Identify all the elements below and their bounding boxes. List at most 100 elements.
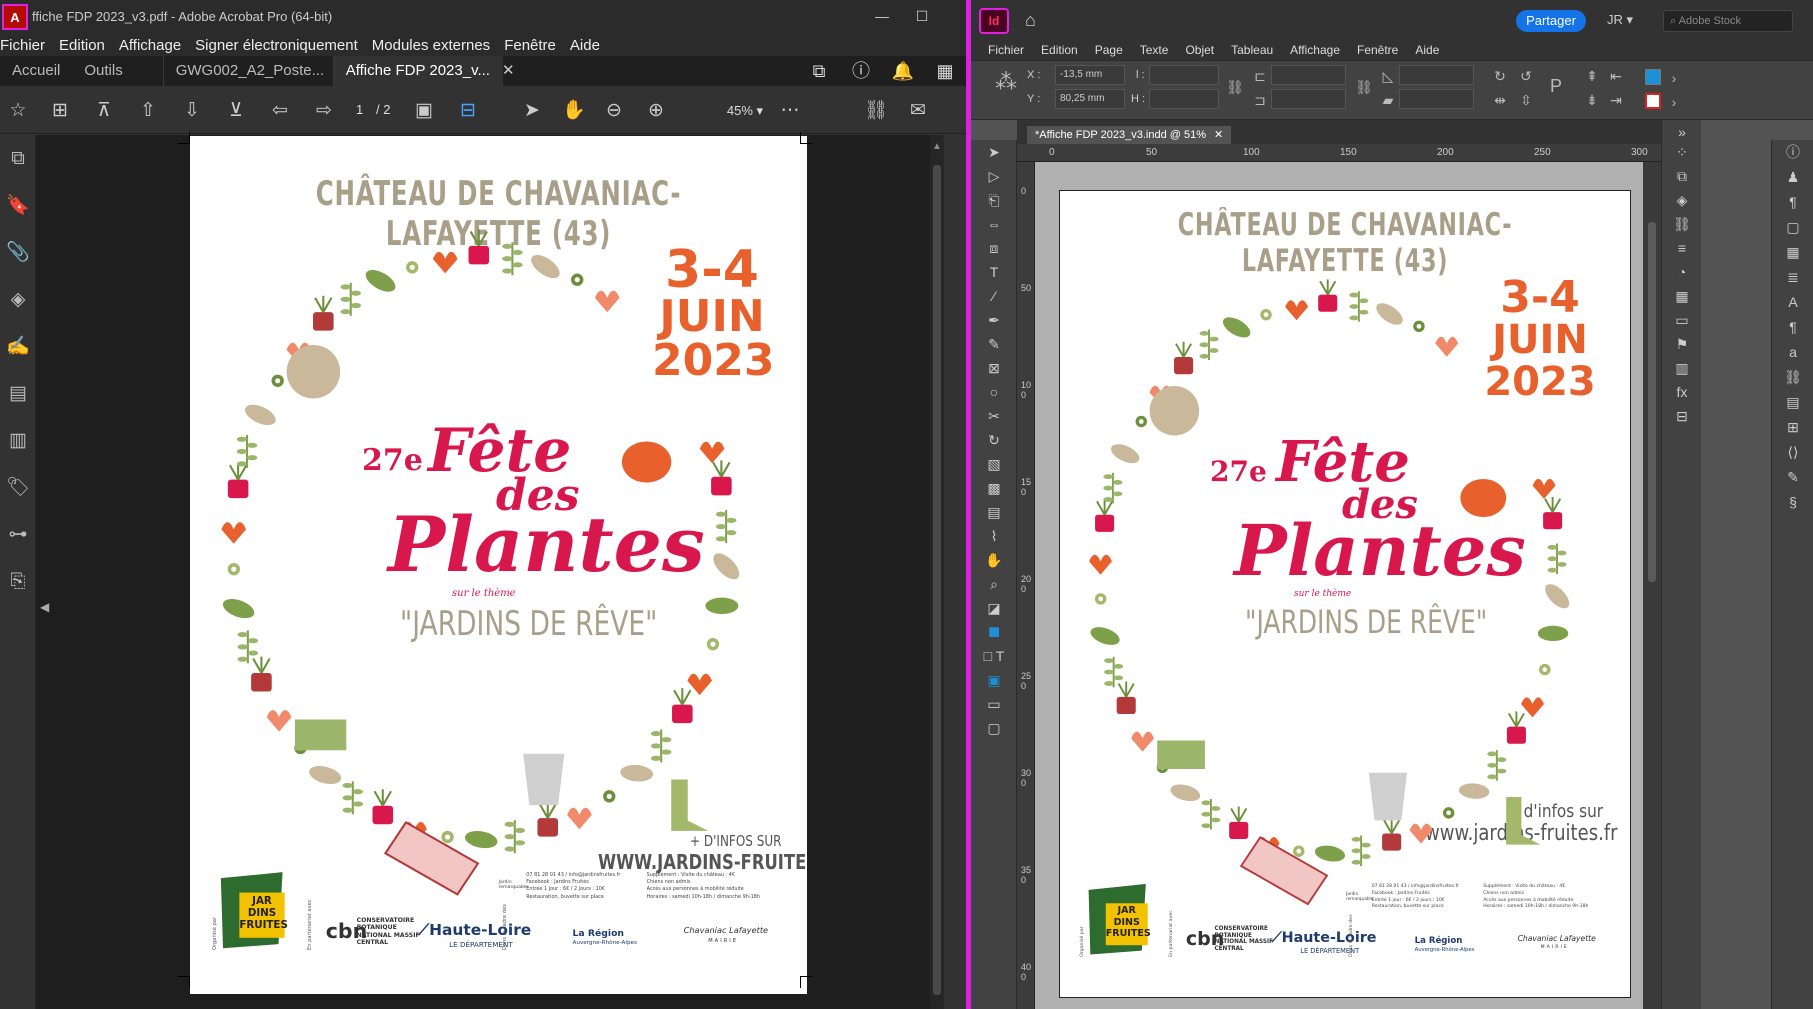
id-menu-tableau[interactable]: Tableau [1231,43,1273,57]
eyedropper-icon[interactable]: ⌇ [971,524,1017,548]
menu-signer[interactable]: Signer électroniquement [188,37,365,54]
fill-menu-icon[interactable]: › [1665,69,1683,87]
mail-icon[interactable]: ✉ [904,98,932,124]
document-tab[interactable]: *Affiche FDP 2023_v3.indd @ 51% ✕ [1027,126,1232,144]
view-mode-icon[interactable]: ▭ [971,692,1017,716]
close-tab-icon[interactable]: ✕ [502,62,515,79]
rotate-field[interactable] [1399,65,1474,85]
hyperlinks-icon[interactable]: ⛓ [1772,365,1813,390]
attachment-icon[interactable]: 📎 [0,229,36,276]
stroke-panel-icon[interactable]: ≡ [1662,236,1702,260]
id-menu-aide[interactable]: Aide [1415,43,1439,57]
paragraph-panel-icon[interactable]: ¶ [1772,315,1813,340]
gradient-feather-icon[interactable]: ▩ [971,476,1017,500]
comments-panel-icon[interactable]: ▭ [1662,308,1702,332]
direct-selection-icon[interactable]: ▷ [971,164,1017,188]
rotate-cw-icon[interactable]: ↻ [1491,67,1509,85]
help-icon[interactable]: ⓘ [840,58,882,84]
paragraph-icon[interactable]: P [1547,77,1565,95]
cc-libraries-icon[interactable]: ⁘ [1662,140,1702,164]
swatches-panel-icon[interactable]: ▦ [1662,284,1702,308]
zoom-tool-icon[interactable]: ⌕ [971,572,1017,596]
formatting-container-icon[interactable]: □ T [971,644,1017,668]
text-wrap-icon[interactable]: ≣ [1772,265,1813,290]
tag-icon[interactable]: 🏷 [0,464,36,511]
object-styles-icon[interactable]: ▢ [1772,215,1813,240]
links-panel-icon[interactable]: ⛓ [1662,212,1702,236]
star-icon[interactable]: ☆ [4,98,32,124]
char-styles-icon[interactable]: ♟ [1772,165,1813,190]
acrobat-scrollbar[interactable]: ▲ [930,135,944,1009]
bookmark-icon[interactable]: 🔖 [0,182,36,229]
menu-aide[interactable]: Aide [563,37,607,54]
hand-tool-icon[interactable]: ✋ [560,98,588,124]
maximize-icon[interactable]: ☐ [910,6,934,26]
collapse-panel-icon[interactable]: ◀ [40,600,49,614]
tab-accueil[interactable]: Accueil [0,56,72,86]
tab-doc-affiche[interactable]: Affiche FDP 2023_v... ✕ [332,56,515,86]
reference-point-icon[interactable]: ⁂ [995,71,1017,93]
gradient-panel-icon[interactable]: ▥ [1662,356,1702,380]
layers-icon[interactable]: ◈ [0,276,36,323]
flip-v-icon[interactable]: ⇳ [1517,91,1535,109]
fit-page-icon[interactable]: ⊟ [454,98,482,124]
notification-bell-icon[interactable]: 🔔 [882,58,924,84]
stroke-menu-icon[interactable]: › [1665,93,1683,111]
select-next-icon[interactable]: ⇥ [1607,91,1625,109]
pencil-tool-icon[interactable]: ✎ [971,332,1017,356]
select-container-icon[interactable]: ⇞ [1583,67,1601,85]
fill-swatch[interactable] [1645,69,1661,85]
link-edit-icon[interactable]: ⛓ [862,98,890,124]
scroll-up-icon[interactable]: ▲ [932,141,942,152]
scissors-tool-icon[interactable]: ✂ [971,404,1017,428]
scrollbar-thumb[interactable] [933,165,941,995]
ellipse-tool-icon[interactable]: ○ [971,380,1017,404]
indesign-app-icon[interactable]: Id [979,8,1009,34]
fill-stroke-icon[interactable]: ■ [971,620,1017,644]
table-panel-icon[interactable]: ▦ [1772,240,1813,265]
character-panel-icon[interactable]: a [1772,340,1813,365]
compare-pages-icon[interactable]: ▥ [0,417,36,464]
layers-panel-icon[interactable]: ◈ [1662,188,1702,212]
rect-frame-tool-icon[interactable]: ⊠ [971,356,1017,380]
page-number-field[interactable]: 1 [356,102,363,117]
shear-icon[interactable]: ▰ [1379,91,1397,109]
back-icon[interactable]: ⇦ [266,98,294,124]
id-menu-fichier[interactable]: Fichier [988,43,1024,57]
shear-field[interactable] [1399,89,1474,109]
x-field[interactable]: -13,5 mm [1055,65,1125,85]
menu-affichage[interactable]: Affichage [112,37,188,54]
image-view-icon[interactable]: ▣ [410,98,438,124]
note-tool-icon[interactable]: ▤ [971,500,1017,524]
y-field[interactable]: 80,25 mm [1055,89,1125,109]
user-menu[interactable]: JR ▾ [1607,12,1633,28]
scale-x-field[interactable] [1271,65,1346,85]
indesign-scrollbar[interactable] [1643,162,1661,1009]
signature-icon[interactable]: ✍ [0,323,36,370]
document-icon[interactable]: ▤ [0,370,36,417]
home-icon[interactable]: ⌂ [1025,10,1036,31]
para-styles-icon[interactable]: ¶ [1772,190,1813,215]
more-options-icon[interactable]: ⋯ [776,98,804,124]
tab-outils[interactable]: Outils [72,56,162,86]
scripts-icon[interactable]: § [1772,490,1813,515]
acrobat-app-icon[interactable]: A [2,4,28,30]
attributes-icon[interactable]: ✎ [1772,465,1813,490]
prev-page-icon[interactable]: ⇧ [134,98,162,124]
menu-fichier[interactable]: Fichier [0,37,52,54]
forward-icon[interactable]: ⇨ [310,98,338,124]
color-panel-icon[interactable]: ◔ [1662,260,1702,284]
id-menu-texte[interactable]: Texte [1140,43,1169,57]
pen-tool-icon[interactable]: ✒ [971,308,1017,332]
tab-doc-gwg[interactable]: GWG002_A2_Poste... [162,56,333,86]
menu-modules[interactable]: Modules externes [365,37,497,54]
zoom-level-dropdown[interactable]: 45% ▾ [710,100,780,122]
id-menu-edition[interactable]: Edition [1041,43,1078,57]
close-doc-icon[interactable]: ✕ [1214,129,1223,141]
stroke-swatch[interactable] [1645,93,1661,109]
minimize-icon[interactable]: — [870,6,894,26]
articles-icon[interactable]: ▤ [1772,390,1813,415]
scrollbar-thumb[interactable] [1648,222,1656,582]
id-menu-page[interactable]: Page [1095,43,1123,57]
type-tool-icon[interactable]: T [971,260,1017,284]
